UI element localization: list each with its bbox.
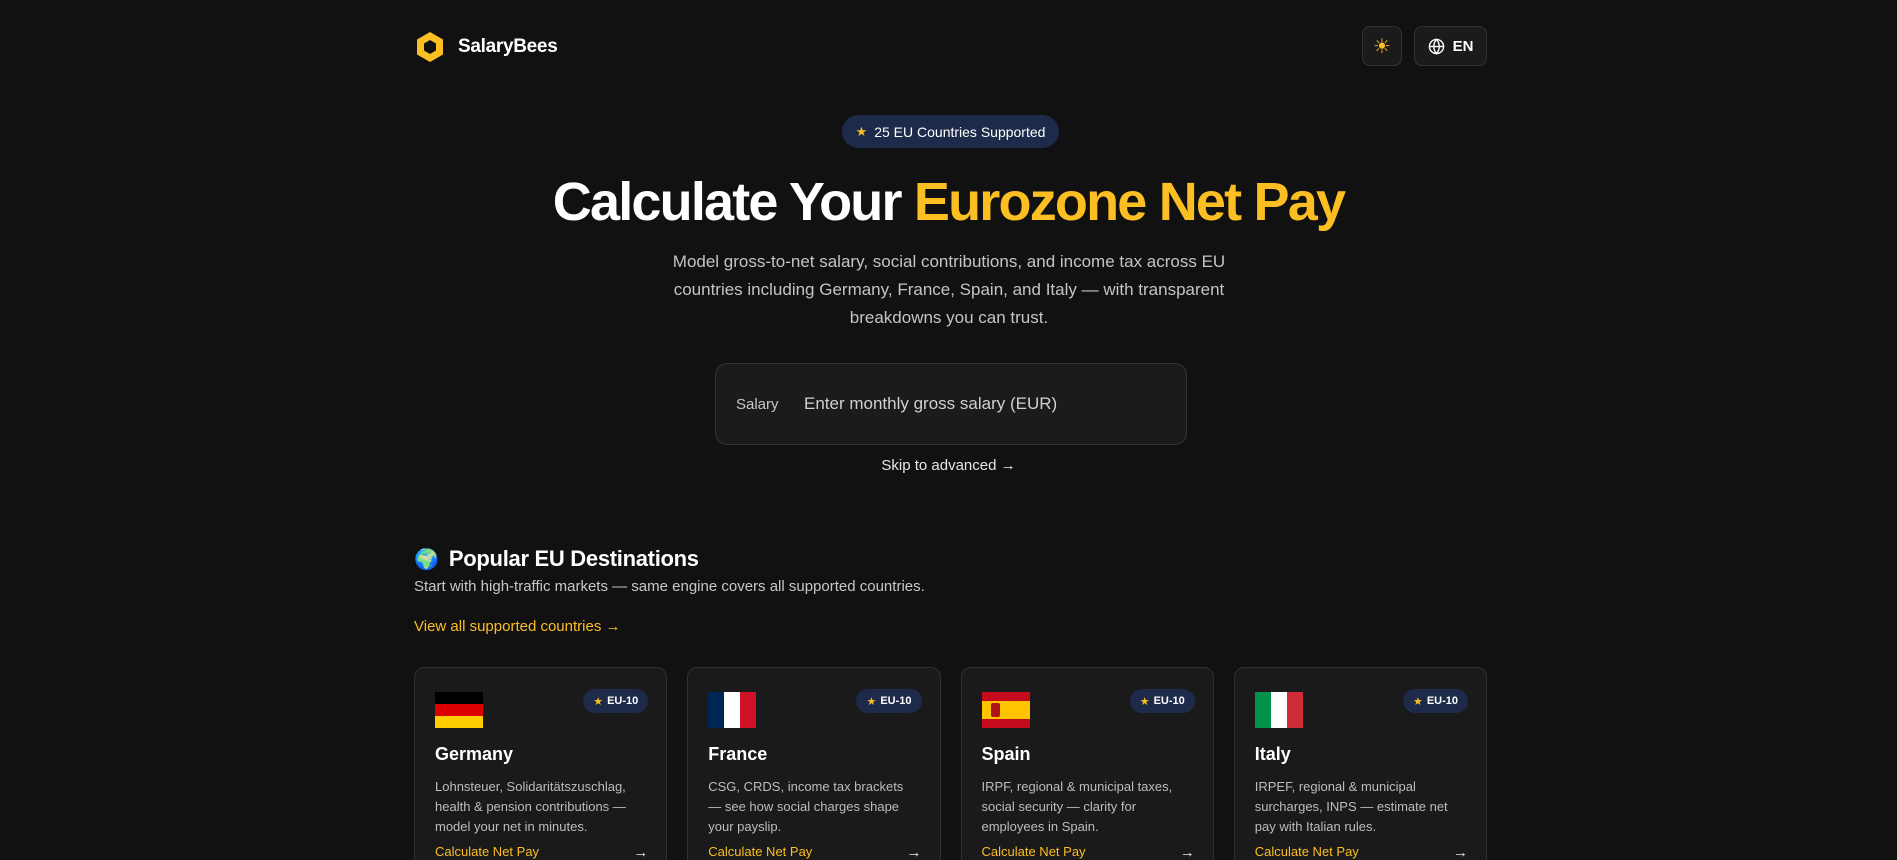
hero-title: Calculate Your Eurozone Net Pay — [0, 172, 1897, 232]
calculate-net-pay-link[interactable]: Calculate Net Pay → — [435, 844, 648, 860]
eu-badge-label: EU-10 — [1426, 695, 1458, 707]
star-icon: ★ — [1412, 695, 1423, 708]
language-label: EN — [1452, 37, 1474, 55]
cta-label: Calculate Net Pay — [435, 844, 540, 859]
country-cards: ★ EU-10 Germany Lohnsteuer, Solidaritäts… — [414, 667, 1487, 860]
salary-label: Salary — [736, 395, 779, 413]
countries-badge: ★ 25 EU Countries Supported — [842, 115, 1059, 148]
brand-name: SalaryBees — [458, 36, 558, 57]
country-card-spain[interactable]: ★ EU-10 Spain IRPF, regional & municipal… — [960, 667, 1214, 860]
card-country-name: Spain — [981, 744, 1031, 764]
germany-flag-icon — [435, 692, 483, 728]
arrow-right-icon: → — [633, 844, 649, 860]
country-card-france[interactable]: ★ EU-10 France CSG, CRDS, income tax bra… — [687, 667, 941, 860]
popular-section-header: 🌍 Popular EU Destinations — [414, 546, 699, 572]
globe-icon — [1428, 37, 1444, 55]
calculate-net-pay-link[interactable]: Calculate Net Pay → — [708, 844, 921, 860]
eu-badge-label: EU-10 — [1153, 695, 1185, 707]
eu-badge-label: EU-10 — [607, 695, 639, 707]
sun-icon: ☀ — [1373, 35, 1391, 58]
popular-section-subtitle: Start with high-traffic markets — same e… — [414, 578, 925, 595]
cta-label: Calculate Net Pay — [1254, 844, 1359, 859]
italy-flag-icon — [1254, 692, 1303, 728]
hero-title-accent: Eurozone Net Pay — [913, 172, 1346, 232]
coat-of-arms-icon — [990, 703, 1000, 717]
cta-label: Calculate Net Pay — [981, 844, 1086, 859]
theme-toggle-button[interactable]: ☀ — [1362, 26, 1402, 66]
salary-field: Salary — [715, 363, 1187, 445]
header-actions: ☀ EN — [1362, 26, 1487, 66]
eu-badge-label: EU-10 — [880, 695, 912, 707]
hexagon-logo-icon — [417, 32, 443, 62]
calculate-net-pay-link[interactable]: Calculate Net Pay → — [982, 844, 1195, 860]
card-description: CSG, CRDS, income tax brackets — see how… — [708, 779, 904, 834]
countries-badge-text: 25 EU Countries Supported — [874, 123, 1046, 140]
globe-emoji-icon: 🌍 — [414, 548, 439, 571]
skip-to-advanced-link[interactable]: Skip to advanced → — [0, 457, 1897, 474]
card-description: Lohnsteuer, Solidaritätszuschlag, health… — [435, 779, 626, 834]
eu-badge: ★ EU-10 — [856, 689, 922, 713]
france-flag-icon — [708, 692, 757, 728]
eu-badge: ★ EU-10 — [1402, 689, 1468, 713]
salary-input[interactable] — [804, 394, 1164, 414]
arrow-right-icon: → — [1453, 844, 1468, 860]
hero-title-plain: Calculate Your — [552, 172, 914, 232]
star-icon: ★ — [855, 123, 868, 139]
arrow-right-icon: → — [1179, 844, 1195, 860]
cta-label: Calculate Net Pay — [708, 844, 813, 859]
star-icon: ★ — [866, 695, 877, 708]
page: SalaryBees ☀ EN ★ 25 EU Countries Suppor… — [0, 0, 1897, 860]
card-description: IRPF, regional & municipal taxes, social… — [981, 779, 1173, 834]
brand[interactable]: SalaryBees — [414, 30, 558, 64]
view-all-countries-link[interactable]: View all supported countries → — [414, 618, 621, 635]
spain-flag-icon — [981, 692, 1030, 728]
arrow-right-icon: → — [906, 844, 922, 860]
card-country-name: Germany — [435, 744, 514, 764]
hero-subtitle: Model gross-to-net salary, social contri… — [672, 252, 1226, 327]
top-nav: SalaryBees ☀ EN — [414, 26, 1487, 68]
star-icon: ★ — [593, 695, 604, 708]
country-card-germany[interactable]: ★ EU-10 Germany Lohnsteuer, Solidaritäts… — [414, 667, 668, 860]
country-card-italy[interactable]: ★ EU-10 Italy IRPEF, regional & municipa… — [1233, 667, 1487, 860]
eu-badge: ★ EU-10 — [583, 689, 649, 713]
card-country-name: Italy — [1254, 744, 1291, 764]
language-button[interactable]: EN — [1414, 26, 1487, 66]
star-icon: ★ — [1139, 695, 1150, 708]
eu-badge: ★ EU-10 — [1129, 689, 1195, 713]
calculate-net-pay-link[interactable]: Calculate Net Pay → — [1255, 844, 1468, 860]
card-description: IRPEF, regional & municipal surcharges, … — [1254, 779, 1448, 834]
popular-section-title: Popular EU Destinations — [448, 546, 699, 571]
card-country-name: France — [708, 744, 768, 764]
